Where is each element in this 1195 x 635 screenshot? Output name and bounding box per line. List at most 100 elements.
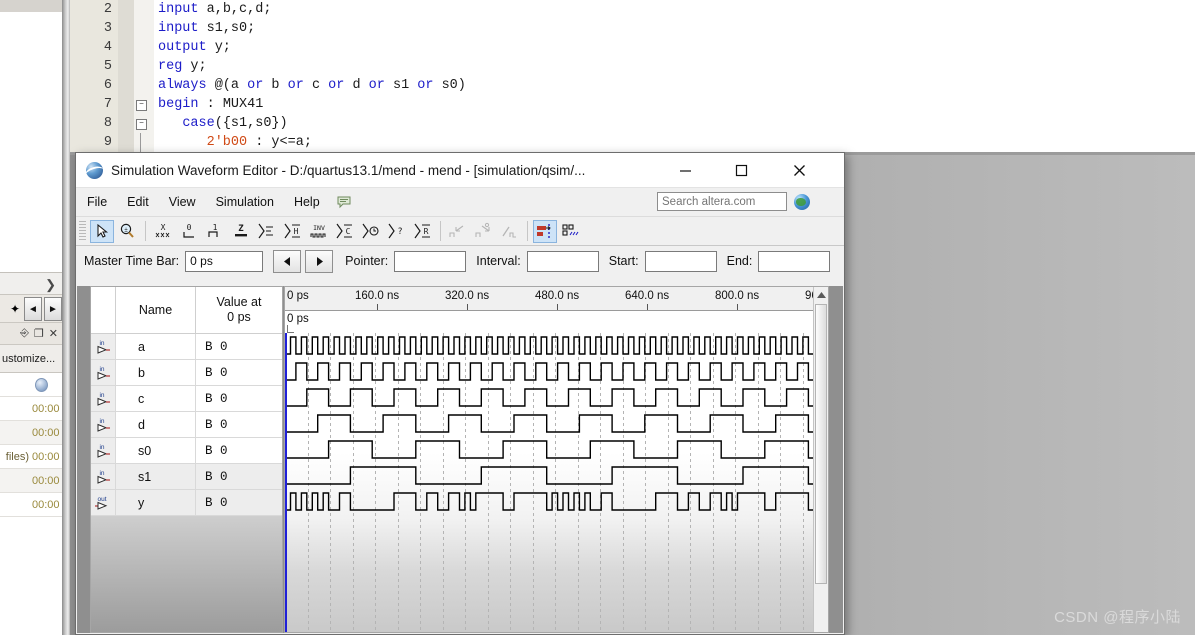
end-input[interactable] <box>758 250 831 272</box>
overwrite-h-icon[interactable]: H <box>281 220 305 243</box>
row-time: 00:00 <box>32 402 60 415</box>
count-value-icon[interactable] <box>255 220 279 243</box>
master-time-cursor[interactable] <box>285 333 287 632</box>
svg-text:in: in <box>99 392 104 399</box>
ruler-tick-label: 800.0 ns <box>715 290 760 302</box>
ruler-tick-label: 160.0 ns <box>355 290 400 302</box>
code-line-number: 2 <box>103 2 112 17</box>
close-icon[interactable]: ✕ <box>49 327 58 340</box>
menu-simulation[interactable]: Simulation <box>207 192 283 212</box>
menu-edit[interactable]: Edit <box>118 192 158 212</box>
waveform-canvas[interactable] <box>285 333 828 632</box>
signal-rows: in a B 0 in b B 0 in c B 0 in d B 0 in s0 B 0 in s1 B 0 ou… <box>91 334 282 516</box>
sparkle-icon: ✦ <box>9 302 20 316</box>
globe-icon[interactable] <box>794 193 810 210</box>
nav-prev-button[interactable]: ◄ <box>24 297 42 321</box>
ruler-tick-mark <box>557 304 558 310</box>
align-waveform-icon[interactable] <box>533 219 557 243</box>
svg-text:Z: Z <box>238 224 244 234</box>
prev-transition-button[interactable] <box>273 249 302 273</box>
overwrite-question-icon[interactable]: ? <box>385 220 409 243</box>
waveform-toolbar: ± X 0 1 Z H INV C? R <box>76 216 844 246</box>
overwrite-clock-icon[interactable] <box>359 220 383 243</box>
row-time: 00:00 <box>32 450 60 463</box>
svg-text:in: in <box>99 418 104 425</box>
background-expand-row[interactable]: ❯ <box>0 272 62 295</box>
next-transition-button[interactable] <box>305 249 334 273</box>
waveform-vertical-scrollbar[interactable] <box>813 287 828 632</box>
signal-value: B 0 <box>205 417 228 432</box>
signal-table-header: Name Value at 0 ps <box>91 287 282 334</box>
pin-icon[interactable]: ⎆ <box>20 327 29 340</box>
end-label: End: <box>726 254 753 268</box>
background-dock-bar: ⎆ ❐ ✕ <box>0 322 62 344</box>
zoom-magnifier-icon[interactable]: ± <box>116 220 140 243</box>
force-1-icon[interactable]: 1 <box>203 220 227 243</box>
pointer-input[interactable] <box>394 250 467 272</box>
table-row[interactable]: in b B 0 <box>91 360 282 386</box>
ruler-tick-mark <box>377 304 378 310</box>
menu-bar: File Edit View Simulation Help <box>76 188 844 216</box>
table-row[interactable]: in a B 0 <box>91 334 282 360</box>
gutter-secondary <box>118 0 134 152</box>
header-name: Name <box>116 287 196 333</box>
interval-input[interactable] <box>526 250 599 272</box>
cursor-handle[interactable] <box>287 325 294 333</box>
table-row[interactable]: files) 00:00 <box>0 445 62 469</box>
snap-falling-edge-icon <box>472 220 496 243</box>
table-row[interactable]: in s0 B 0 <box>91 438 282 464</box>
master-time-bar-label: Master Time Bar: <box>84 254 180 268</box>
background-customize-row[interactable]: ustomize... <box>0 344 62 373</box>
svg-text:?: ? <box>397 227 402 237</box>
close-button[interactable] <box>776 153 822 187</box>
menu-view[interactable]: View <box>160 192 205 212</box>
invert-inv-icon[interactable]: INV <box>307 220 331 243</box>
minimize-button[interactable] <box>662 153 708 187</box>
svg-text:X: X <box>161 223 166 232</box>
signal-value: B 0 <box>205 495 228 510</box>
code-fold-toggle-icon[interactable]: − <box>136 100 147 111</box>
x-unknown-icon[interactable]: X <box>151 220 175 243</box>
row-time: 00:00 <box>32 498 60 511</box>
scrollbar-thumb[interactable] <box>815 304 827 584</box>
ruler-tick-mark <box>737 304 738 310</box>
code-fold-toggle-icon[interactable]: − <box>136 119 147 130</box>
menu-file[interactable]: File <box>78 192 116 212</box>
table-row[interactable]: 00:00 <box>0 397 62 421</box>
arrow-cursor-icon[interactable] <box>90 219 114 243</box>
table-row[interactable]: in c B 0 <box>91 386 282 412</box>
maximize-button[interactable] <box>718 153 764 187</box>
note-icon[interactable] <box>337 195 352 210</box>
scroll-up-button[interactable] <box>814 287 828 303</box>
waveform-traces <box>285 336 828 511</box>
overwrite-r-icon[interactable]: R <box>411 220 435 243</box>
table-row[interactable]: 00:00 <box>0 493 62 517</box>
menu-help[interactable]: Help <box>285 192 329 212</box>
force-0-icon[interactable]: 0 <box>177 220 201 243</box>
node-grid-icon[interactable] <box>559 220 583 243</box>
signal-name: a <box>116 334 196 359</box>
table-row[interactable]: 00:00 <box>0 469 62 493</box>
watermark-text: CSDN @程序小陆 <box>1054 609 1181 626</box>
chevron-right-icon[interactable]: ❯ <box>45 278 56 291</box>
search-input[interactable] <box>657 192 787 211</box>
restore-icon[interactable]: ❐ <box>34 327 44 340</box>
force-z-icon[interactable]: Z <box>229 220 253 243</box>
table-row[interactable]: in s1 B 0 <box>91 464 282 490</box>
header-value-line2: 0 ps <box>227 310 251 324</box>
code-line-text: case({s1,s0}) <box>182 116 288 131</box>
toolbar-grip[interactable] <box>79 221 86 241</box>
time-ruler[interactable]: 0 ps 160.0 ns 320.0 ns 480.0 ns 640.0 ns 800.… <box>285 287 828 311</box>
table-row[interactable]: 00:00 <box>0 421 62 445</box>
master-time-bar-input[interactable] <box>185 250 264 272</box>
nav-next-button[interactable]: ► <box>44 297 62 321</box>
waveform-display-panel[interactable]: 0 ps 160.0 ns 320.0 ns 480.0 ns 640.0 ns 800.… <box>284 286 829 633</box>
overwrite-c-icon[interactable]: C <box>333 220 357 243</box>
code-line-text: 2'b00 : y<=a; <box>206 135 312 150</box>
start-input[interactable] <box>644 250 717 272</box>
verilog-code-editor[interactable]: 2 input a,b,c,d; 3 input s1,s0; 4 output y; 5 r… <box>70 0 1195 152</box>
table-row[interactable]: out y B 0 <box>91 490 282 516</box>
toolbar-button-group: ± X 0 1 Z H INV C? R <box>89 219 584 243</box>
ruler-tick-label: 0 ps <box>287 290 309 302</box>
table-row[interactable]: in d B 0 <box>91 412 282 438</box>
